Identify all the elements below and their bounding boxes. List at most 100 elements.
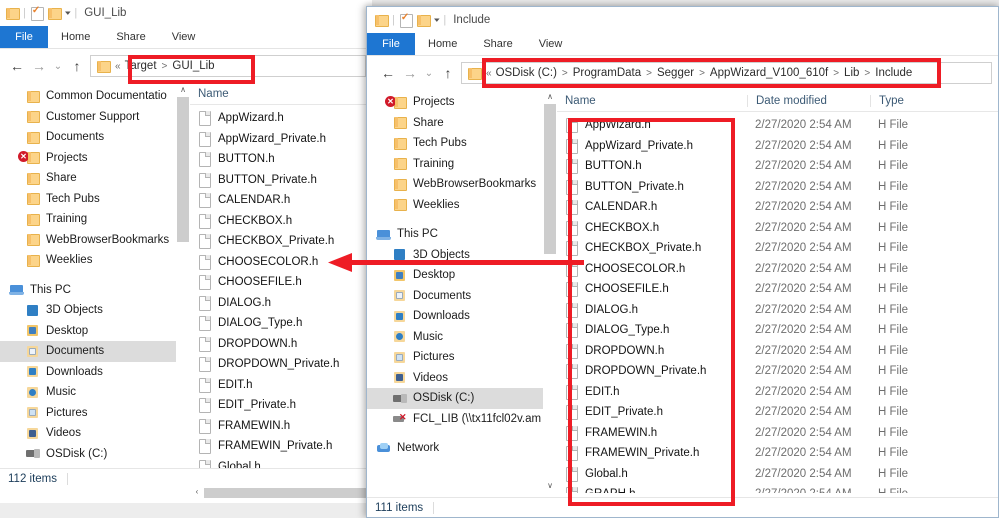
right-file-row[interactable]: BUTTON_Private.h 2/27/2020 2:54 AM H File <box>557 177 998 198</box>
left-file-row[interactable]: AppWizard_Private.h <box>190 129 372 150</box>
left-nav-item[interactable]: Share <box>0 168 190 189</box>
right-file-row[interactable]: CHOOSEFILE.h 2/27/2020 2:54 AM H File <box>557 279 998 300</box>
right-file-row[interactable]: AppWizard_Private.h 2/27/2020 2:54 AM H Fi… <box>557 136 998 157</box>
new-folder-icon[interactable] <box>416 14 431 27</box>
right-nav-item[interactable]: Pictures <box>367 347 557 368</box>
right-nav-scrollbar[interactable]: ∧ ∨ <box>543 90 557 493</box>
left-nav-scrollbar[interactable]: ∧ <box>176 83 190 498</box>
right-navigation-pane[interactable]: ✕ Projects Share Tech Pubs Training WebBrowse… <box>367 90 557 493</box>
breadcrumb-ellipsis[interactable]: « <box>115 61 121 72</box>
left-nav-list[interactable]: Common Documentatio Customer Support Docum… <box>0 83 190 464</box>
right-file-row[interactable]: DIALOG.h 2/27/2020 2:54 AM H File <box>557 300 998 321</box>
column-type[interactable]: Type <box>870 94 980 107</box>
scroll-up-arrow-icon[interactable]: ∧ <box>176 83 190 97</box>
tab-view[interactable]: View <box>526 33 576 55</box>
left-nav-item[interactable]: Desktop <box>0 321 190 342</box>
right-ribbon-tabs[interactable]: File Home Share View <box>367 33 998 56</box>
left-nav-item[interactable]: Weeklies <box>0 250 190 271</box>
right-nav-item[interactable]: Desktop <box>367 265 557 286</box>
left-nav-item[interactable]: Pictures <box>0 403 190 424</box>
breadcrumb-part-osdisk[interactable]: OSDisk (C:) <box>496 67 557 79</box>
right-nav-item[interactable]: Videos <box>367 368 557 389</box>
right-file-row[interactable]: DROPDOWN_Private.h 2/27/2020 2:54 AM H Fil… <box>557 361 998 382</box>
right-nav-item[interactable]: Weeklies <box>367 195 557 216</box>
right-nav-item[interactable]: FCL_LIB (\\tx11fcl02v.am <box>367 409 557 430</box>
left-file-list-pane[interactable]: Name AppWizard.h AppWizard_Private.h BUTTO… <box>190 83 372 498</box>
explorer-window-left[interactable]: | ▾ | GUI_Lib File Home Share View ← → ⌄… <box>0 0 372 503</box>
right-file-row[interactable]: Global.h 2/27/2020 2:54 AM H File <box>557 464 998 485</box>
breadcrumb-part-target[interactable]: Target <box>125 60 157 72</box>
right-address-field[interactable]: « OSDisk (C:) > ProgramData > Segger > A… <box>461 62 992 84</box>
right-nav-item[interactable]: Music <box>367 327 557 348</box>
left-file-row[interactable]: DROPDOWN_Private.h <box>190 354 372 375</box>
breadcrumb-part-guilib[interactable]: GUI_Lib <box>172 60 214 72</box>
tab-file[interactable]: File <box>0 26 48 48</box>
right-nav-item[interactable]: Share <box>367 113 557 134</box>
left-address-field[interactable]: « Target > GUI_Lib <box>90 55 366 77</box>
left-nav-scroll-thumb[interactable] <box>177 97 189 242</box>
left-nav-item[interactable]: OSDisk (C:) <box>0 444 190 465</box>
right-file-row[interactable]: FRAMEWIN.h 2/27/2020 2:54 AM H File <box>557 423 998 444</box>
right-nav-item[interactable]: Tech Pubs <box>367 133 557 154</box>
left-navigation-pane[interactable]: Common Documentatio Customer Support Docum… <box>0 83 190 498</box>
right-column-header-row[interactable]: Name Date modified Type <box>557 90 998 112</box>
forward-button[interactable]: → <box>399 65 421 81</box>
back-button[interactable]: ← <box>6 58 28 74</box>
column-name[interactable]: Name <box>557 95 747 107</box>
right-file-row[interactable]: AppWizard.h 2/27/2020 2:54 AM H File <box>557 115 998 136</box>
left-nav-item[interactable]: Tech Pubs <box>0 189 190 210</box>
right-file-row[interactable]: GRAPH.h2/27/2020 2:54 AMH File <box>557 484 998 493</box>
column-name[interactable]: Name <box>190 88 350 100</box>
scroll-down-arrow-icon[interactable]: ∨ <box>543 479 557 493</box>
right-file-row[interactable]: CHECKBOX.h 2/27/2020 2:54 AM H File <box>557 218 998 239</box>
left-nav-item[interactable]: Training <box>0 209 190 230</box>
right-file-row[interactable]: DROPDOWN.h 2/27/2020 2:54 AM H File <box>557 341 998 362</box>
left-file-row[interactable]: FRAMEWIN.h <box>190 416 372 437</box>
left-file-row[interactable]: AppWizard.h <box>190 108 372 129</box>
breadcrumb-ellipsis[interactable]: « <box>486 68 492 79</box>
breadcrumb-part-programdata[interactable]: ProgramData <box>573 67 641 79</box>
properties-checkbox-icon[interactable] <box>399 12 413 28</box>
right-nav-item[interactable]: This PC <box>367 224 557 245</box>
tab-view[interactable]: View <box>159 26 209 48</box>
left-nav-item[interactable]: Documents <box>0 341 190 362</box>
chevron-down-icon[interactable]: ▾ <box>65 9 71 17</box>
tab-file[interactable]: File <box>367 33 415 55</box>
left-nav-item[interactable]: Downloads <box>0 362 190 383</box>
right-file-row[interactable]: EDIT.h 2/27/2020 2:54 AM H File <box>557 382 998 403</box>
left-file-row[interactable]: DIALOG_Type.h <box>190 313 372 334</box>
right-nav-item[interactable]: 3D Objects <box>367 245 557 266</box>
right-nav-item[interactable]: WebBrowserBookmarks <box>367 174 557 195</box>
column-date-modified[interactable]: Date modified <box>747 94 870 107</box>
right-nav-list[interactable]: ✕ Projects Share Tech Pubs Training WebBrowse… <box>367 90 557 459</box>
left-file-row[interactable]: CHECKBOX.h <box>190 211 372 232</box>
recent-locations-chevron-icon[interactable]: ⌄ <box>421 68 437 79</box>
right-file-list[interactable]: AppWizard.h 2/27/2020 2:54 AM H File AppWiz… <box>557 112 998 493</box>
left-file-row[interactable]: EDIT.h <box>190 375 372 396</box>
up-button[interactable]: ↑ <box>437 65 459 81</box>
left-nav-item[interactable]: Common Documentatio <box>0 86 190 107</box>
right-nav-item[interactable]: ✕ Projects <box>367 92 557 113</box>
left-file-list[interactable]: AppWizard.h AppWizard_Private.h BUTTON.h BU… <box>190 105 372 477</box>
left-nav-item[interactable]: Videos <box>0 423 190 444</box>
right-nav-item[interactable]: Network <box>367 438 557 459</box>
breadcrumb-part-include[interactable]: Include <box>875 67 912 79</box>
left-nav-item[interactable]: ✕ Projects <box>0 148 190 169</box>
right-file-row[interactable]: FRAMEWIN_Private.h 2/27/2020 2:54 AM H Fil… <box>557 443 998 464</box>
left-nav-item[interactable]: WebBrowserBookmarks <box>0 230 190 251</box>
right-nav-scroll-thumb[interactable] <box>544 104 556 254</box>
right-file-row[interactable]: CHECKBOX_Private.h 2/27/2020 2:54 AM H Fil… <box>557 238 998 259</box>
properties-checkbox-icon[interactable] <box>30 5 44 21</box>
chevron-down-icon[interactable]: ▾ <box>434 16 440 24</box>
left-file-row[interactable]: DIALOG.h <box>190 293 372 314</box>
left-nav-item[interactable]: Customer Support <box>0 107 190 128</box>
left-file-row[interactable]: CHECKBOX_Private.h <box>190 231 372 252</box>
right-nav-item[interactable]: OSDisk (C:) <box>367 388 557 409</box>
breadcrumb-part-lib[interactable]: Lib <box>844 67 859 79</box>
up-button[interactable]: ↑ <box>66 58 88 74</box>
tab-share[interactable]: Share <box>103 26 158 48</box>
left-file-row[interactable]: BUTTON_Private.h <box>190 170 372 191</box>
left-file-row[interactable]: EDIT_Private.h <box>190 395 372 416</box>
tab-home[interactable]: Home <box>48 26 103 48</box>
right-file-row[interactable]: CALENDAR.h 2/27/2020 2:54 AM H File <box>557 197 998 218</box>
